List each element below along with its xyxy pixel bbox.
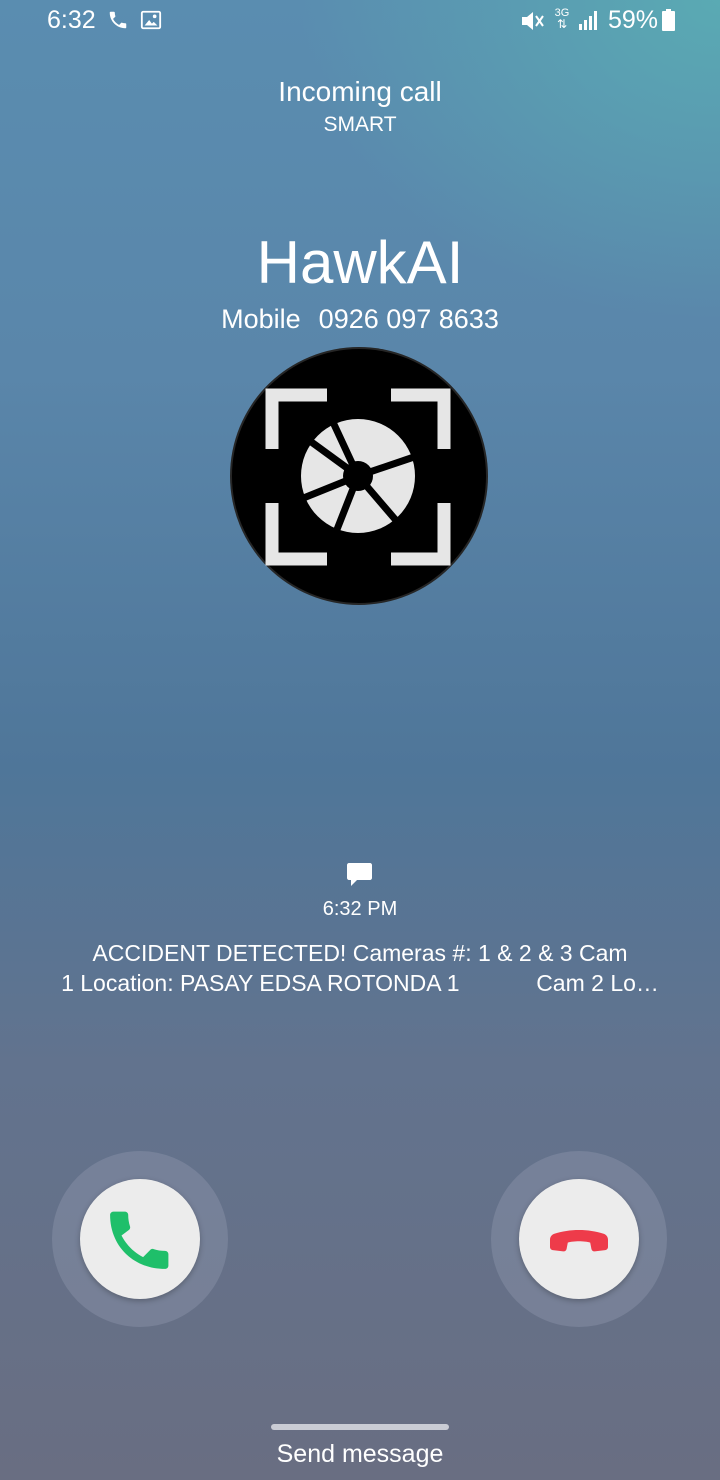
- network-3g-icon: 3G ⇅: [554, 7, 570, 31]
- message-time: 6:32 PM: [322, 898, 398, 920]
- message-line-1: ACCIDENT DETECTED! Cameras #: 1 & 2 & 3 …: [92, 940, 628, 966]
- caller-number: 0926 097 8633: [318, 304, 499, 334]
- signal-icon: [578, 9, 600, 36]
- caller-number-row: Mobile 0926 097 8633: [0, 304, 720, 335]
- mute-icon: [520, 9, 546, 38]
- accept-phone-icon: [110, 1211, 169, 1269]
- send-message-handle[interactable]: [271, 1424, 449, 1430]
- carrier-label: SMART: [323, 113, 397, 136]
- caller-name: HawkAI: [256, 229, 464, 296]
- accept-call-button[interactable]: [52, 1151, 228, 1327]
- image-icon: [140, 9, 162, 36]
- status-bar: 6:32 3G ⇅ 59%: [0, 0, 720, 44]
- battery-percent: 59%: [608, 6, 659, 34]
- decline-phone-icon: [550, 1230, 608, 1252]
- decline-call-button[interactable]: [491, 1151, 667, 1327]
- number-type: Mobile: [221, 304, 301, 334]
- camera-shutter-logo-icon: [265, 388, 451, 566]
- phone-icon: [107, 9, 129, 36]
- caller-avatar: [230, 347, 488, 605]
- send-message-button[interactable]: Send message: [0, 1440, 720, 1469]
- battery-icon: [662, 9, 675, 36]
- status-time: 6:32: [47, 6, 96, 34]
- accept-call-core[interactable]: [80, 1179, 200, 1299]
- call-status-label: Incoming call: [278, 76, 442, 107]
- message-icon: [346, 862, 373, 892]
- message-preview: ACCIDENT DETECTED! Cameras #: 1 & 2 & 3 …: [50, 938, 670, 998]
- message-line-2: 1 Location: PASAY EDSA ROTONDA 1 Cam 2 L…: [61, 970, 659, 996]
- decline-call-core[interactable]: [519, 1179, 639, 1299]
